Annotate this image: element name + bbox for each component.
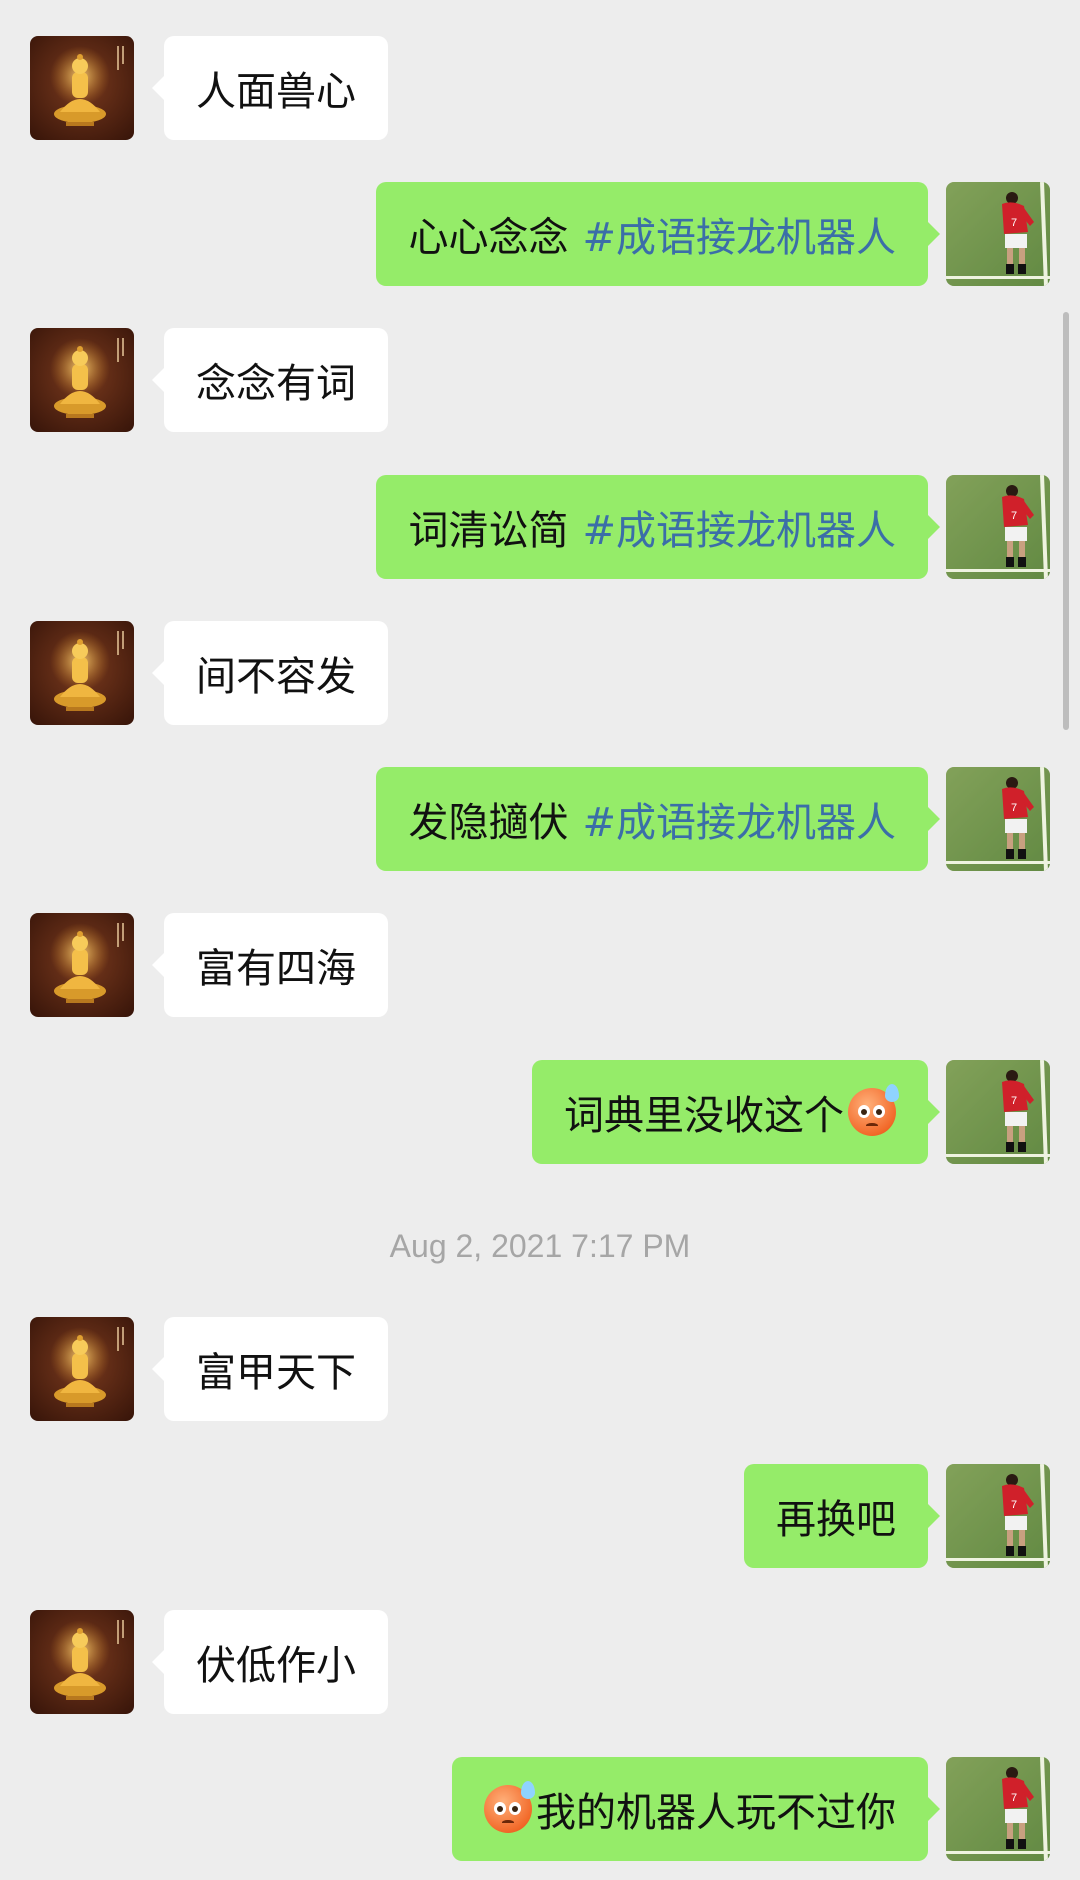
anxious-sweat-face-icon xyxy=(484,1781,535,1833)
buddha-avatar[interactable] xyxy=(30,1610,134,1714)
message-text: 富有四海 xyxy=(196,946,356,992)
message-bubble[interactable]: 间不容发 xyxy=(152,621,388,725)
incoming-message: 人面兽心 xyxy=(0,36,1080,140)
buddha-avatar[interactable] xyxy=(30,36,134,140)
outgoing-message: 7 再换吧 xyxy=(0,1464,1080,1568)
football-player-avatar[interactable]: 7 xyxy=(946,767,1050,871)
message-text: 伏低作小 xyxy=(196,1643,356,1689)
message-text: 再换吧 xyxy=(776,1497,896,1543)
svg-text:7: 7 xyxy=(1011,1499,1017,1511)
message-bubble[interactable]: 人面兽心 xyxy=(152,36,388,140)
incoming-message: 富甲天下 xyxy=(0,1317,1080,1421)
message-bubble[interactable]: 我的机器人玩不过你 xyxy=(452,1757,940,1861)
message-bubble[interactable]: 伏低作小 xyxy=(152,1610,388,1714)
hashtag-link[interactable]: #成语接龙机器人 xyxy=(582,790,896,848)
anxious-sweat-face-icon xyxy=(848,1084,899,1136)
message-text: 我的机器人玩不过你 xyxy=(536,1790,896,1836)
hashtag-link[interactable]: #成语接龙机器人 xyxy=(582,498,896,556)
message-bubble[interactable]: 富有四海 xyxy=(152,913,388,1017)
message-bubble[interactable]: 词典里没收这个 xyxy=(532,1060,940,1164)
buddha-avatar[interactable] xyxy=(30,1317,134,1421)
incoming-message: 间不容发 xyxy=(0,621,1080,725)
svg-text:7: 7 xyxy=(1011,217,1017,229)
svg-text:7: 7 xyxy=(1011,510,1017,522)
message-bubble[interactable]: 念念有词 xyxy=(152,328,388,432)
svg-text:7: 7 xyxy=(1011,1095,1017,1107)
message-bubble[interactable]: 心心念念 #成语接龙机器人 xyxy=(376,182,940,286)
message-text: 念念有词 xyxy=(196,361,356,407)
incoming-message: 富有四海 xyxy=(0,913,1080,1017)
buddha-avatar[interactable] xyxy=(30,913,134,1017)
svg-text:7: 7 xyxy=(1011,1792,1017,1804)
football-player-avatar[interactable]: 7 xyxy=(946,1060,1050,1164)
football-player-avatar[interactable]: 7 xyxy=(946,475,1050,579)
outgoing-message: 7 发隐擿伏 #成语接龙机器人 xyxy=(0,767,1080,871)
outgoing-message: 7 词典里没收这个 xyxy=(0,1060,1080,1164)
outgoing-message: 7 心心念念 #成语接龙机器人 xyxy=(0,182,1080,286)
message-text: 富甲天下 xyxy=(196,1350,356,1396)
outgoing-message: 7 我的机器人玩不过你 xyxy=(0,1757,1080,1861)
incoming-message: 伏低作小 xyxy=(0,1610,1080,1714)
message-text: 间不容发 xyxy=(196,654,356,700)
message-bubble[interactable]: 发隐擿伏 #成语接龙机器人 xyxy=(376,767,940,871)
incoming-message: 念念有词 xyxy=(0,328,1080,432)
outgoing-message: 7 词清讼简 #成语接龙机器人 xyxy=(0,475,1080,579)
hashtag-link[interactable]: #成语接龙机器人 xyxy=(582,205,896,263)
svg-text:7: 7 xyxy=(1011,802,1017,814)
message-text: 词清讼简 xyxy=(408,508,569,554)
football-player-avatar[interactable]: 7 xyxy=(946,1757,1050,1861)
chat-message-list[interactable]: Aug 2, 2021 7:17 PM 人面兽心 7 心心念念 #成语接龙机器人 xyxy=(0,0,1080,1880)
message-bubble[interactable]: 再换吧 xyxy=(744,1464,940,1568)
message-text: 人面兽心 xyxy=(196,69,356,115)
message-text: 词典里没收这个 xyxy=(564,1093,844,1139)
buddha-avatar[interactable] xyxy=(30,328,134,432)
message-bubble[interactable]: 词清讼简 #成语接龙机器人 xyxy=(376,475,940,579)
message-bubble[interactable]: 富甲天下 xyxy=(152,1317,388,1421)
football-player-avatar[interactable]: 7 xyxy=(946,182,1050,286)
chat-timestamp: Aug 2, 2021 7:17 PM xyxy=(389,1228,691,1264)
message-text: 发隐擿伏 xyxy=(408,800,569,846)
buddha-avatar[interactable] xyxy=(30,621,134,725)
football-player-avatar[interactable]: 7 xyxy=(946,1464,1050,1568)
message-text: 心心念念 xyxy=(408,215,569,261)
